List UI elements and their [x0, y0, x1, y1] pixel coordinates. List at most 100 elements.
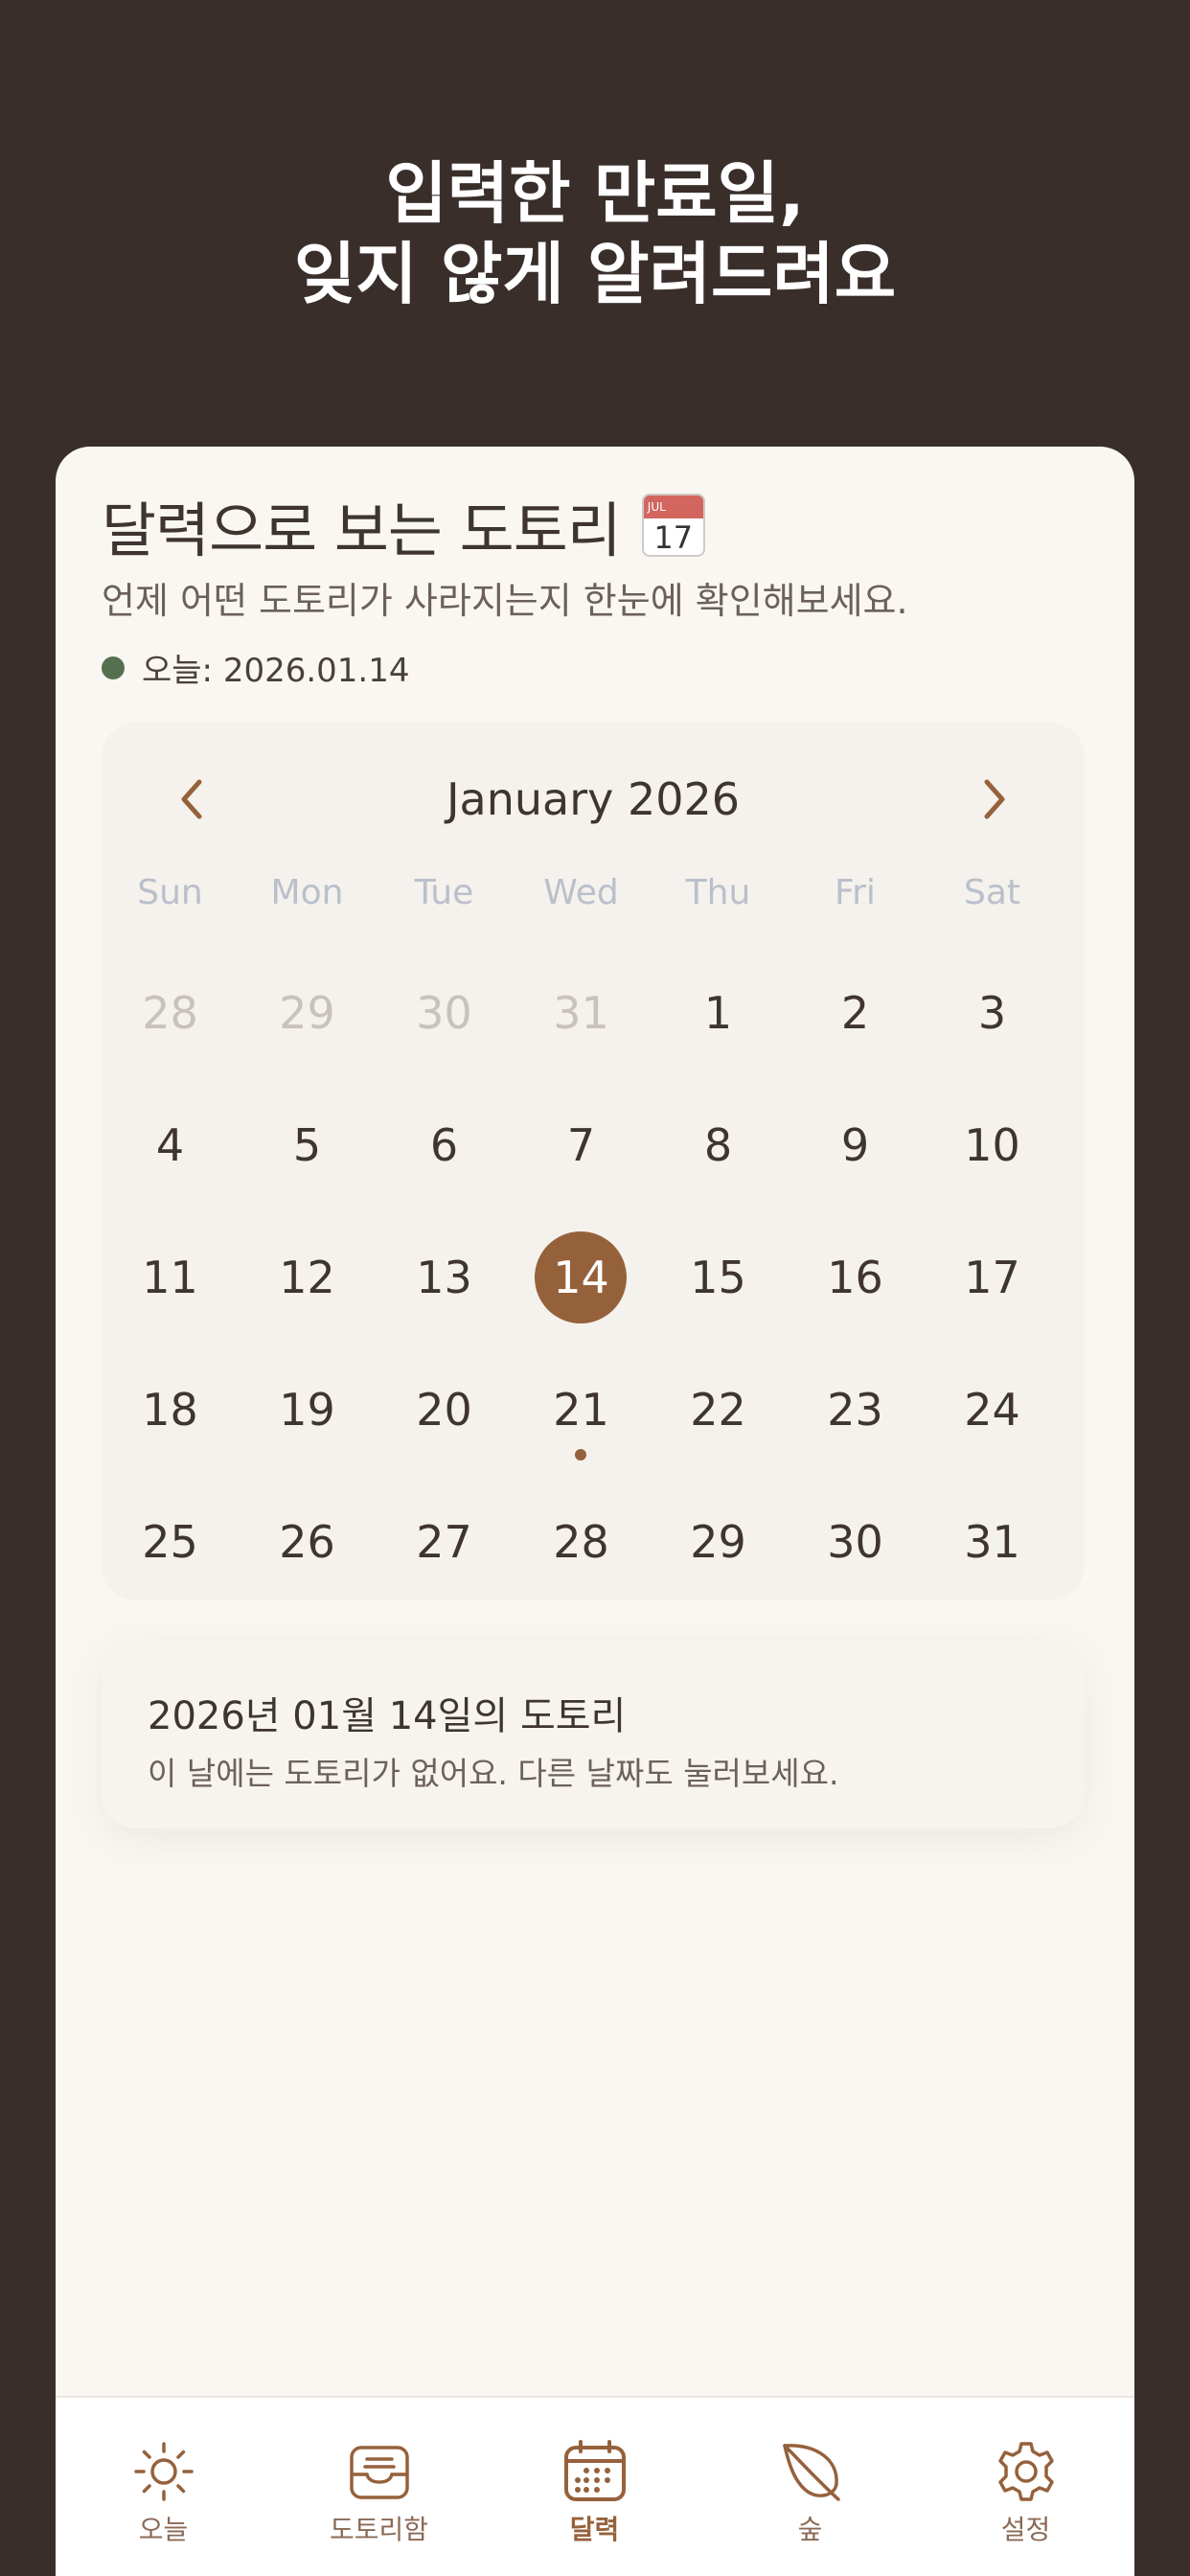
calendar-day[interactable]: 31: [924, 1476, 1061, 1608]
calendar-day[interactable]: 13: [376, 1211, 513, 1344]
calendar-day[interactable]: 25: [102, 1476, 239, 1608]
day-number: 24: [964, 1384, 1020, 1436]
tab-label: 오늘: [138, 2514, 189, 2545]
calendar-day[interactable]: 6: [376, 1079, 513, 1211]
calendar-icon: [563, 2440, 626, 2501]
day-number: 22: [690, 1384, 746, 1436]
tab-bar: 오늘 도토리함 달력 숲 설정: [56, 2396, 1134, 2576]
selected-day-title: 2026년 01월 14일의 도토리: [148, 1694, 627, 1738]
page-title: 달력으로 보는 도토리: [102, 495, 622, 565]
day-number: 10: [964, 1119, 1020, 1171]
calendar-day[interactable]: 27: [376, 1476, 513, 1608]
calendar-day[interactable]: 9: [787, 1079, 924, 1211]
event-dot-icon: [575, 1449, 586, 1460]
tab-forest[interactable]: 숲: [702, 2398, 918, 2576]
next-month-button[interactable]: [966, 770, 1023, 828]
day-number: 6: [429, 1119, 459, 1171]
day-number: 11: [142, 1252, 198, 1303]
calendar-day[interactable]: 24: [924, 1344, 1061, 1476]
day-number: 13: [416, 1252, 472, 1303]
calendar-day[interactable]: 10: [924, 1079, 1061, 1211]
calendar-day[interactable]: 15: [650, 1211, 787, 1344]
leaf-icon: [782, 2444, 840, 2501]
day-number: 15: [690, 1252, 746, 1303]
day-number: 7: [566, 1119, 596, 1171]
calendar-day[interactable]: 7: [513, 1079, 650, 1211]
tab-calendar[interactable]: 달력: [487, 2398, 702, 2576]
calendar-day[interactable]: 18: [102, 1344, 239, 1476]
calendar-day[interactable]: 12: [239, 1211, 376, 1344]
calendar-day[interactable]: 8: [650, 1079, 787, 1211]
hero-line-2: 잊지 않게 알려드려요: [293, 235, 897, 313]
gear-icon: [997, 2442, 1054, 2501]
weekday-label: Sat: [963, 873, 1021, 912]
calendar-emoji-icon: JUL 17: [641, 494, 705, 557]
prev-month-button[interactable]: [163, 770, 220, 828]
calendar-day[interactable]: 19: [239, 1344, 376, 1476]
calendar-day[interactable]: 29: [650, 1476, 787, 1608]
selected-day-card: 2026년 01월 14일의 도토리 이 날에는 도토리가 없어요. 다른 날짜…: [102, 1641, 1085, 1828]
day-number: 17: [964, 1252, 1020, 1303]
calendar-day-selected[interactable]: 14: [513, 1211, 650, 1344]
calendar-day[interactable]: 3: [924, 947, 1061, 1079]
page-subtitle: 언제 어떤 도토리가 사라지는지 한눈에 확인해보세요.: [102, 580, 908, 622]
calendar-day[interactable]: 30: [376, 947, 513, 1079]
today-dot-icon: [102, 656, 125, 679]
day-number: 1: [703, 987, 733, 1039]
tab-label: 숲: [797, 2514, 823, 2545]
calendar-day[interactable]: 21: [513, 1344, 650, 1476]
calendar-day[interactable]: 26: [239, 1476, 376, 1608]
weekday-label: Wed: [543, 873, 619, 912]
calendar-day[interactable]: 30: [787, 1476, 924, 1608]
weekday-label: Thu: [685, 873, 751, 912]
tab-settings[interactable]: 설정: [918, 2398, 1133, 2576]
calendar-day[interactable]: 31: [513, 947, 650, 1079]
day-number: 19: [279, 1384, 335, 1436]
empty-day-message: 이 날에는 도토리가 없어요. 다른 날짜도 눌러보세요.: [148, 1755, 839, 1792]
day-number: 29: [690, 1516, 746, 1568]
day-number: 25: [142, 1516, 198, 1568]
weekday-label: Tue: [414, 873, 474, 912]
calendar-day[interactable]: 4: [102, 1079, 239, 1211]
tab-acorn-box[interactable]: 도토리함: [271, 2398, 487, 2576]
day-number: 14: [553, 1252, 609, 1303]
day-number: 31: [964, 1516, 1020, 1568]
day-number: 28: [553, 1516, 609, 1568]
tab-label: 설정: [1000, 2514, 1051, 2545]
day-number: 30: [416, 987, 472, 1039]
calendar-day[interactable]: 20: [376, 1344, 513, 1476]
tab-label: 도토리함: [329, 2514, 429, 2545]
today-indicator: 오늘: 2026.01.14: [102, 644, 410, 691]
calendar-day[interactable]: 23: [787, 1344, 924, 1476]
day-number: 8: [703, 1119, 733, 1171]
page-header: 달력으로 보는 도토리 JUL 17: [102, 487, 705, 565]
calendar-day[interactable]: 17: [924, 1211, 1061, 1344]
day-number: 27: [416, 1516, 472, 1568]
calendar-day[interactable]: 1: [650, 947, 787, 1079]
calendar-day[interactable]: 11: [102, 1211, 239, 1344]
chevron-left-icon: [181, 779, 202, 819]
calendar-day[interactable]: 5: [239, 1079, 376, 1211]
tab-today[interactable]: 오늘: [56, 2398, 271, 2576]
chevron-right-icon: [984, 779, 1005, 819]
weekday-label: Fri: [835, 873, 876, 912]
hero-line-1: 입력한 만료일,: [385, 154, 805, 233]
app-screen: 달력으로 보는 도토리 JUL 17 언제 어떤 도토리가 사라지는지 한눈에 …: [56, 447, 1134, 2576]
calendar-day[interactable]: 16: [787, 1211, 924, 1344]
calendar-day[interactable]: 29: [239, 947, 376, 1079]
day-number: 9: [840, 1119, 870, 1171]
day-number: 4: [155, 1119, 185, 1171]
calendar-day[interactable]: 28: [102, 947, 239, 1079]
calendar-day[interactable]: 28: [513, 1476, 650, 1608]
day-number: 16: [827, 1252, 883, 1303]
month-label: January 2026: [446, 773, 741, 825]
day-number: 5: [292, 1119, 322, 1171]
calendar-day[interactable]: 22: [650, 1344, 787, 1476]
sun-icon: [133, 2442, 194, 2501]
today-label: 오늘: 2026.01.14: [142, 652, 410, 690]
day-number: 29: [279, 987, 335, 1039]
day-number: 28: [142, 987, 198, 1039]
day-number: 23: [827, 1384, 883, 1436]
calendar-day[interactable]: 2: [787, 947, 924, 1079]
hero-headline: 입력한 만료일, 잊지 않게 알려드려요: [0, 153, 1190, 314]
